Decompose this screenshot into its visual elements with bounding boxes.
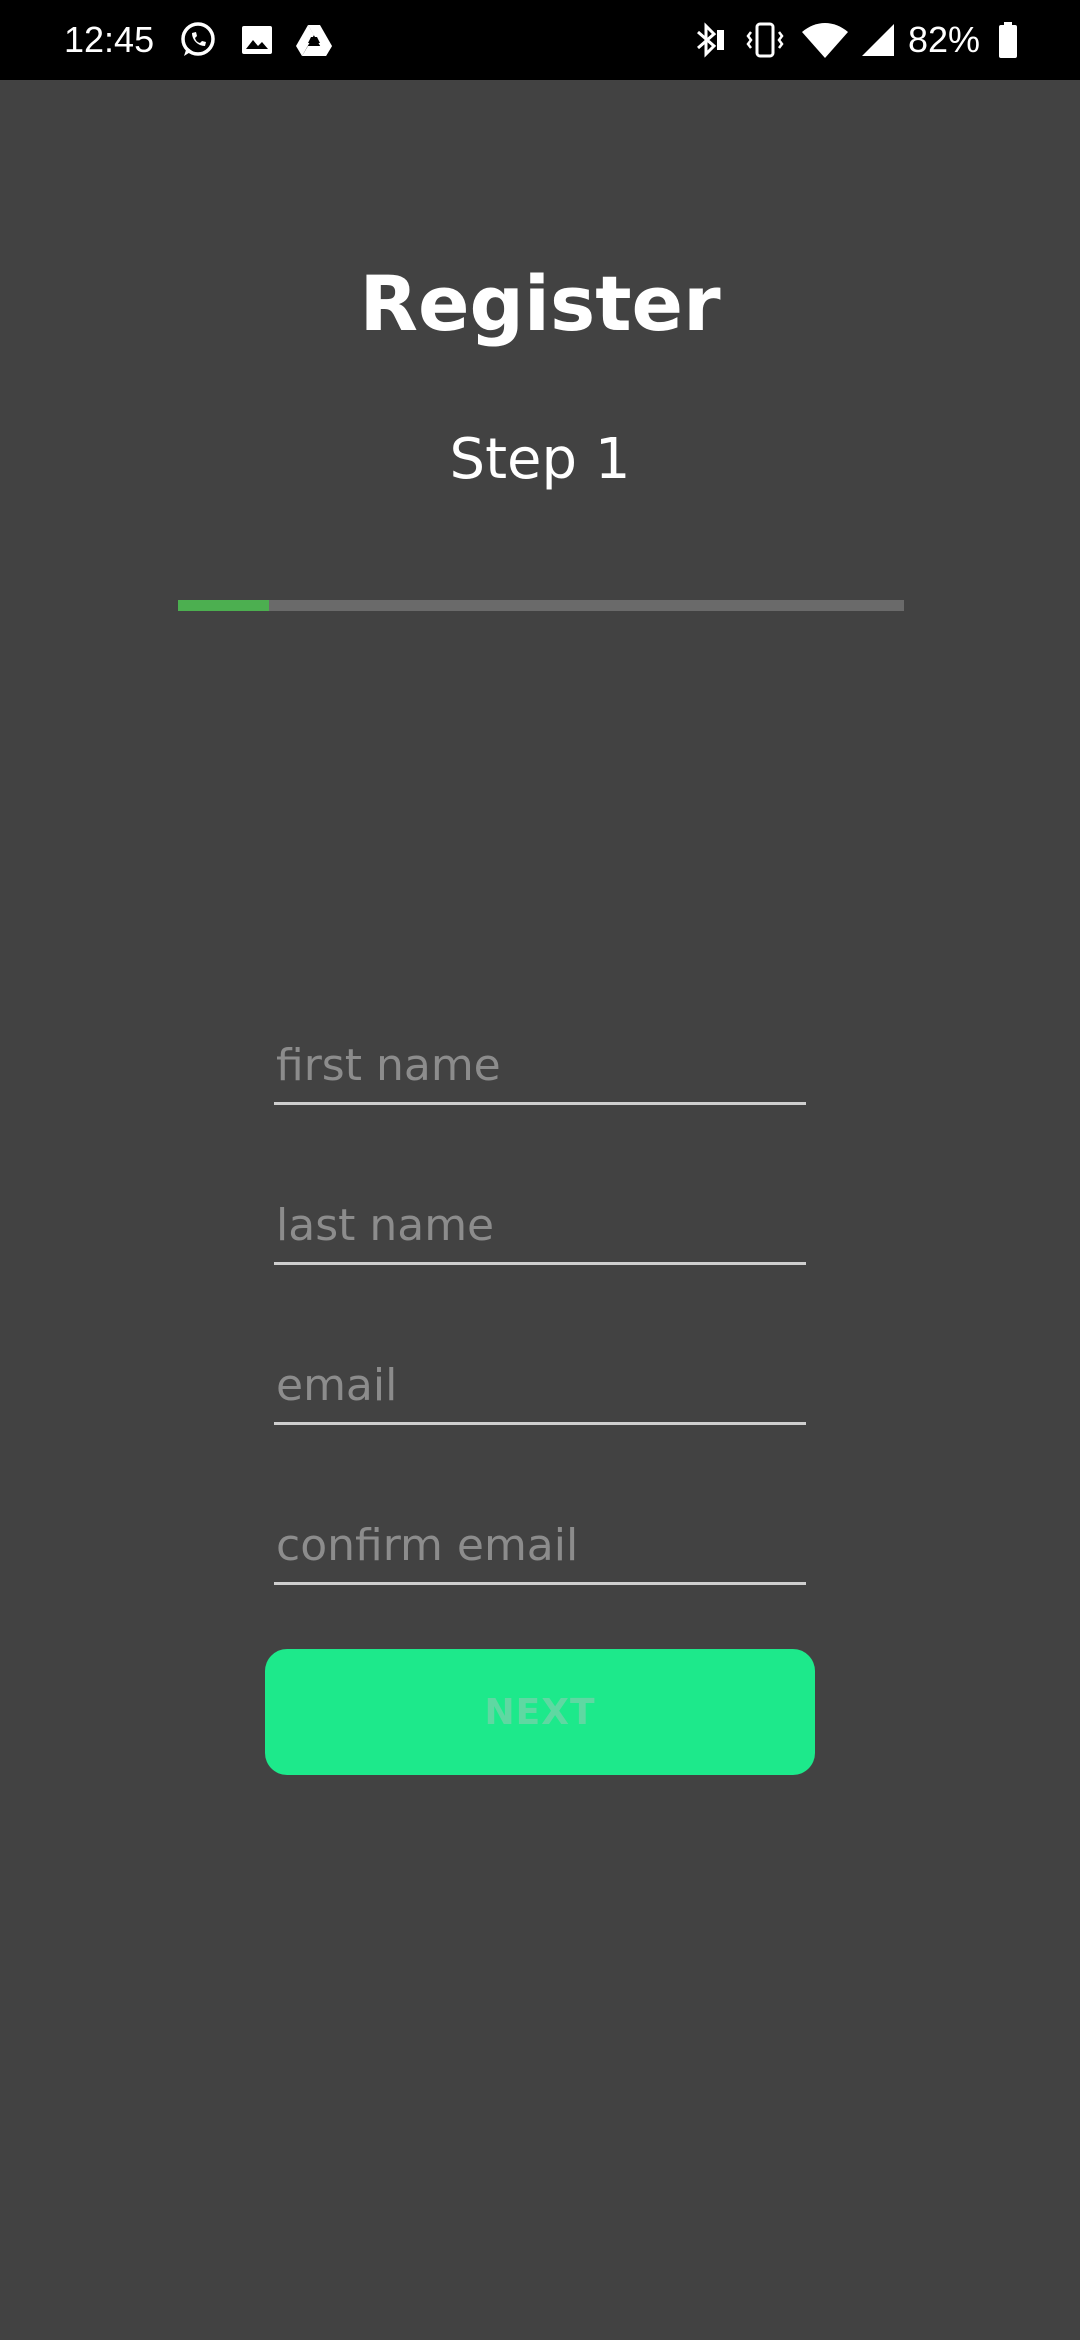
email-input[interactable]	[274, 1349, 806, 1422]
whatsapp-icon	[181, 22, 215, 56]
first-name-input[interactable]	[274, 1029, 806, 1102]
bluetooth-icon	[697, 22, 724, 58]
drive-icon	[296, 25, 332, 56]
wifi-icon	[802, 23, 848, 58]
next-button[interactable]: NEXT	[265, 1649, 815, 1775]
progress-fill	[178, 600, 269, 611]
page-title: Register	[359, 259, 721, 348]
last-name-input[interactable]	[274, 1189, 806, 1262]
vibrate-icon	[746, 22, 784, 58]
step-label: Step 1	[449, 427, 631, 492]
last-name-field	[274, 1189, 806, 1265]
battery-icon	[999, 22, 1017, 58]
status-bar: 12:45 82%	[0, 0, 1080, 80]
battery-percent: 82%	[908, 19, 981, 60]
progress-bar	[178, 600, 904, 611]
email-field	[274, 1349, 806, 1425]
confirm-email-field	[274, 1509, 806, 1585]
first-name-field	[274, 1029, 806, 1105]
image-icon	[242, 26, 272, 54]
status-time: 12:45	[64, 19, 155, 60]
confirm-email-input[interactable]	[274, 1509, 806, 1582]
signal-icon	[862, 24, 894, 56]
